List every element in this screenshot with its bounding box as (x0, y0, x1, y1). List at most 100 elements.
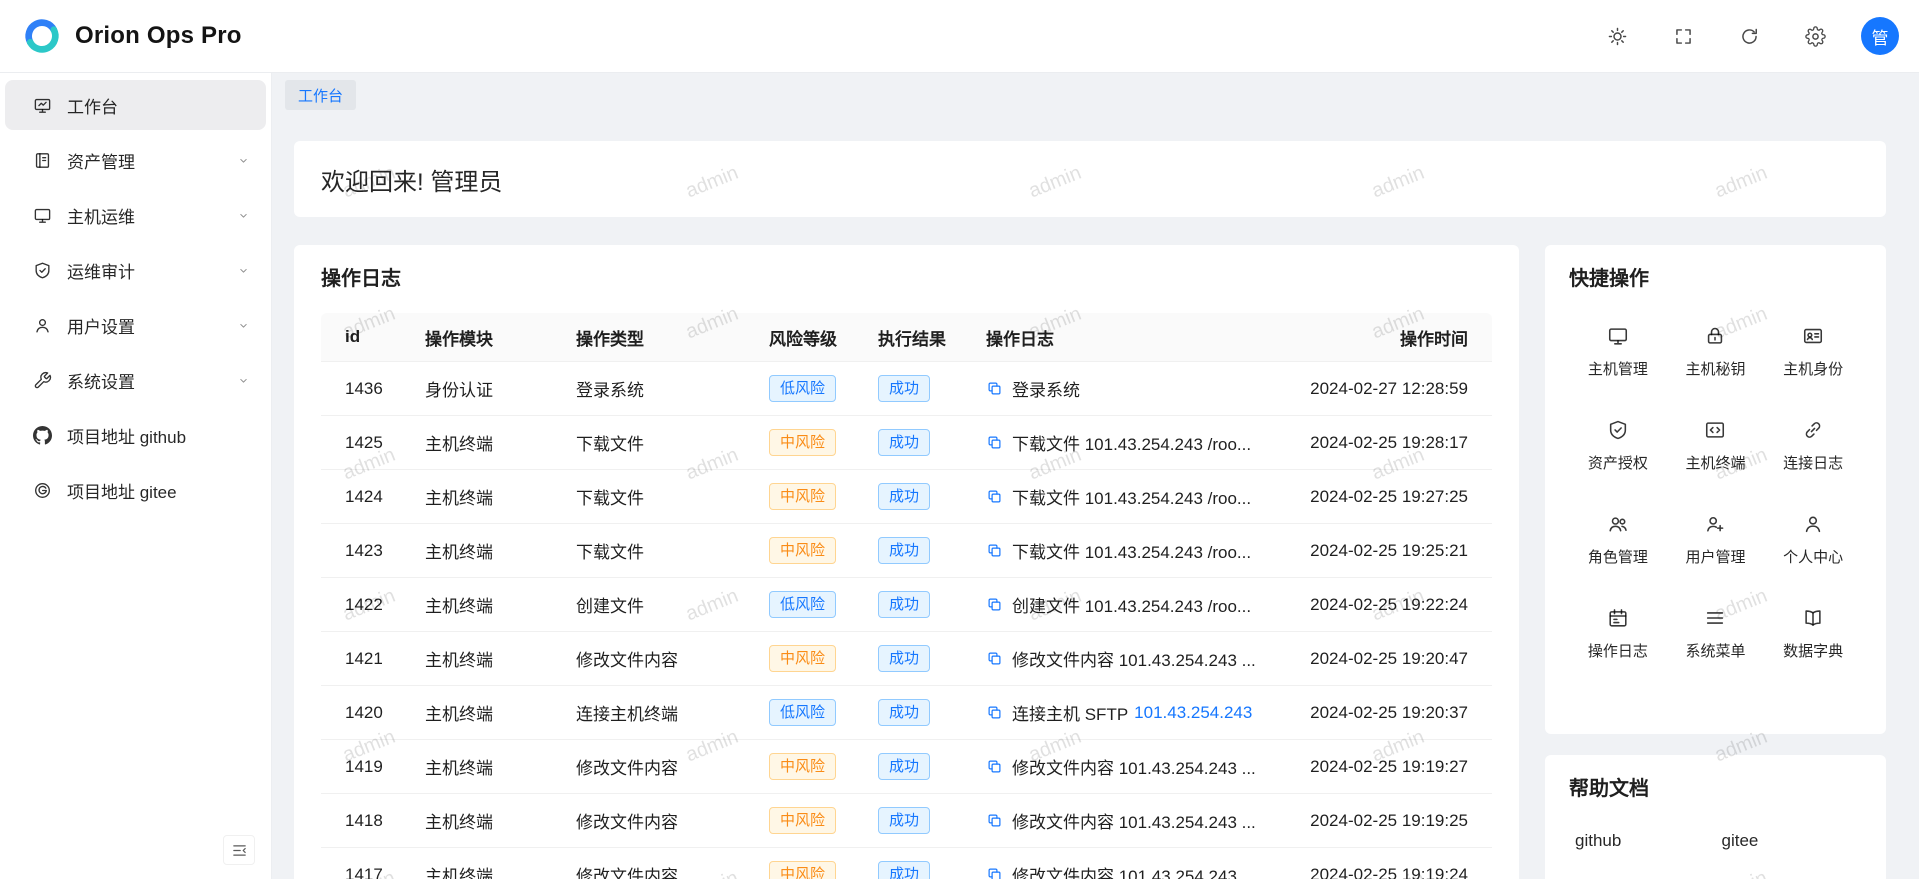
cell-type: 下载文件 (552, 430, 745, 455)
copy-icon[interactable] (986, 488, 1003, 505)
sidebar-menu: 工作台资产管理主机运维运维审计用户设置系统设置项目地址 github 项目地址 g… (0, 73, 271, 515)
sidebar-item-system-settings[interactable]: 系统设置 (5, 355, 266, 405)
column-header-id: id (321, 327, 401, 347)
tab-workbench[interactable]: 工作台 (285, 80, 356, 110)
table-row: 1436身份认证登录系统低风险成功登录系统2024-02-27 12:28:59 (321, 362, 1492, 416)
quick-action-data-dictionary[interactable]: 数据字典 (1764, 587, 1862, 681)
fullscreen-button[interactable] (1663, 16, 1703, 56)
result-badge: 成功 (878, 861, 930, 879)
quick-action-asset-authorization[interactable]: 资产授权 (1569, 399, 1667, 493)
cell-risk: 中风险 (745, 807, 854, 834)
risk-badge: 中风险 (769, 753, 836, 780)
ip-link[interactable]: 101.43.254.243 (1134, 703, 1252, 723)
operation-log-table: id操作模块操作类型风险等级执行结果操作日志操作时间 1436身份认证登录系统低… (321, 313, 1492, 879)
cell-result: 成功 (854, 645, 962, 672)
terminal-icon (1704, 419, 1726, 441)
sidebar-item-operations-audit[interactable]: 运维审计 (5, 245, 266, 295)
log-text: 下载文件 101.43.254.243 /roo... (1012, 430, 1251, 455)
result-badge: 成功 (878, 591, 930, 618)
copy-icon[interactable] (986, 380, 1003, 397)
cell-type: 下载文件 (552, 484, 745, 509)
header-actions: 管 (1597, 16, 1899, 56)
copy-icon[interactable] (986, 866, 1003, 879)
quick-action-host-identity[interactable]: 主机身份 (1764, 305, 1862, 399)
help-link-github[interactable]: github (1569, 831, 1716, 851)
sidebar-item-workbench[interactable]: 工作台 (5, 80, 266, 130)
cell-result: 成功 (854, 483, 962, 510)
cell-result: 成功 (854, 375, 962, 402)
chevron-down-icon (237, 209, 250, 222)
cell-result: 成功 (854, 753, 962, 780)
cell-log: 修改文件内容 101.43.254.243 ... (962, 808, 1292, 833)
header-icon-group (1597, 16, 1835, 56)
sidebar-item-github[interactable]: 项目地址 github (5, 410, 266, 460)
table-row: 1423主机终端下载文件中风险成功下载文件 101.43.254.243 /ro… (321, 524, 1492, 578)
table-body: 1436身份认证登录系统低风险成功登录系统2024-02-27 12:28:59… (321, 362, 1492, 879)
fullscreen-icon (1673, 26, 1694, 47)
quick-action-label: 用户管理 (1685, 546, 1745, 567)
log-text: 下载文件 101.43.254.243 /roo... (1012, 538, 1251, 563)
chevron-down-icon (237, 374, 250, 387)
cell-module: 主机终端 (401, 754, 552, 779)
copy-icon[interactable] (986, 650, 1003, 667)
copy-icon[interactable] (986, 704, 1003, 721)
quick-action-host-keys[interactable]: 主机秘钥 (1667, 305, 1765, 399)
sidebar-item-asset-management[interactable]: 资产管理 (5, 135, 266, 185)
sidebar-item-label: 项目地址 github (67, 423, 250, 448)
quick-action-user-management[interactable]: 用户管理 (1667, 493, 1765, 587)
risk-badge: 中风险 (769, 807, 836, 834)
gitee-icon (33, 481, 52, 500)
sidebar-item-label: 项目地址 gitee (67, 478, 250, 503)
sidebar-item-gitee[interactable]: 项目地址 gitee (5, 465, 266, 515)
settings-button[interactable] (1795, 16, 1835, 56)
quick-action-personal-center[interactable]: 个人中心 (1764, 493, 1862, 587)
quick-action-label: 数据字典 (1783, 640, 1843, 661)
workbench-icon (33, 96, 52, 115)
quick-action-host-terminal[interactable]: 主机终端 (1667, 399, 1765, 493)
sidebar-item-label: 用户设置 (67, 313, 237, 338)
cell-id: 1417 (321, 865, 401, 879)
user-avatar[interactable]: 管 (1861, 17, 1899, 55)
cell-id: 1422 (321, 595, 401, 615)
quick-action-connection-logs[interactable]: 连接日志 (1764, 399, 1862, 493)
main-content: 工作台 欢迎回来! 管理员 操作日志 id操作模块操作类型风险等级执行结果操作日… (272, 73, 1919, 879)
refresh-button[interactable] (1729, 16, 1769, 56)
quick-action-operation-logs[interactable]: 操作日志 (1569, 587, 1667, 681)
app-header: Orion Ops Pro 管 (0, 0, 1919, 73)
copy-icon[interactable] (986, 758, 1003, 775)
cell-log: 创建文件 101.43.254.243 /roo... (962, 592, 1292, 617)
table-row: 1421主机终端修改文件内容中风险成功修改文件内容 101.43.254.243… (321, 632, 1492, 686)
cell-type: 修改文件内容 (552, 754, 745, 779)
cell-risk: 中风险 (745, 537, 854, 564)
help-link-gitee[interactable]: gitee (1716, 831, 1863, 851)
welcome-message: 欢迎回来! 管理员 (321, 162, 502, 197)
cell-id: 1436 (321, 379, 401, 399)
cell-type: 修改文件内容 (552, 808, 745, 833)
sidebar-item-user-settings[interactable]: 用户设置 (5, 300, 266, 350)
quick-actions-card: 快捷操作 主机管理主机秘钥主机身份资产授权主机终端连接日志角色管理用户管理个人中… (1545, 245, 1886, 734)
quick-action-role-management[interactable]: 角色管理 (1569, 493, 1667, 587)
table-row: 1418主机终端修改文件内容中风险成功修改文件内容 101.43.254.243… (321, 794, 1492, 848)
cell-risk: 中风险 (745, 483, 854, 510)
sidebar-collapse-button[interactable] (223, 835, 255, 865)
github-icon (33, 426, 52, 445)
sidebar-item-label: 工作台 (67, 93, 250, 118)
theme-toggle-button[interactable] (1597, 16, 1637, 56)
cell-risk: 中风险 (745, 645, 854, 672)
cell-module: 身份认证 (401, 376, 552, 401)
quick-action-system-menu[interactable]: 系统菜单 (1667, 587, 1765, 681)
quick-action-label: 连接日志 (1783, 452, 1843, 473)
menu-icon (1704, 607, 1726, 629)
copy-icon[interactable] (986, 434, 1003, 451)
copy-icon[interactable] (986, 596, 1003, 613)
copy-icon[interactable] (986, 812, 1003, 829)
sidebar-item-host-operations[interactable]: 主机运维 (5, 190, 266, 240)
cell-module: 主机终端 (401, 592, 552, 617)
sidebar-item-label: 主机运维 (67, 203, 237, 228)
column-header-type: 操作类型 (552, 325, 745, 350)
quick-action-host-management[interactable]: 主机管理 (1569, 305, 1667, 399)
result-badge: 成功 (878, 753, 930, 780)
copy-icon[interactable] (986, 542, 1003, 559)
cell-type: 创建文件 (552, 592, 745, 617)
cell-id: 1419 (321, 757, 401, 777)
